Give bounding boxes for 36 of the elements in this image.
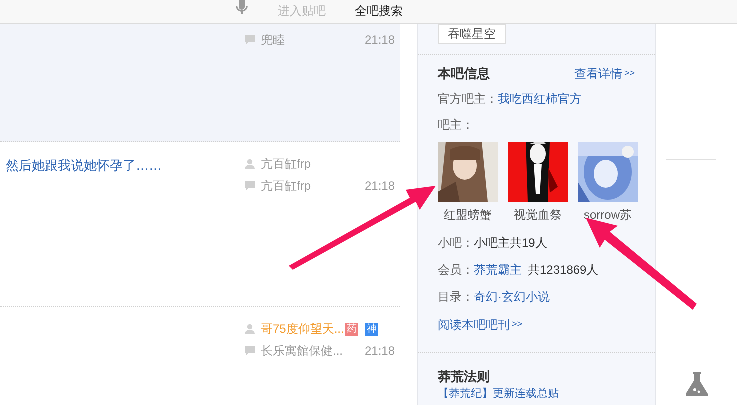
thread-title[interactable]: 然后她跟我说她怀孕了…… <box>6 156 162 176</box>
reply-time: 21:18 <box>364 178 395 195</box>
owner-name[interactable]: 视觉血祭 <box>514 206 562 224</box>
reply-author[interactable]: 亢百缸frp <box>261 177 359 195</box>
search-button[interactable]: 全吧搜索 <box>355 3 403 19</box>
journal-link[interactable]: 阅读本吧吧刊 >> <box>438 316 523 334</box>
section-title: 莽荒法则 <box>438 368 491 386</box>
reply-time: 21:18 <box>364 343 395 360</box>
member-title-link[interactable]: 莽荒霸主 <box>474 260 522 278</box>
comment-icon <box>245 346 255 356</box>
category-link[interactable]: 奇幻·玄幻小说 <box>474 288 550 306</box>
owner-link[interactable]: 我吃西红柿官方 <box>498 90 582 108</box>
rule-link[interactable]: 【莽荒纪】更新连载总贴 <box>438 388 655 401</box>
comment-icon <box>245 181 255 191</box>
badge: 神 <box>365 322 378 336</box>
author-name[interactable]: 亢百缸frp <box>261 155 312 173</box>
owner-name[interactable]: 红盟螃蟹 <box>444 206 492 224</box>
comment-icon <box>245 35 255 45</box>
member-count: 共1231869人 <box>528 262 599 278</box>
field-label: 目录： <box>438 288 474 306</box>
assistants-count: 小吧主共19人 <box>474 234 548 252</box>
section-title: 本吧信息 <box>438 65 490 83</box>
reply-time: 21:18 <box>364 32 395 49</box>
owner-name[interactable]: sorrow苏 <box>584 206 632 224</box>
flask-icon[interactable] <box>686 372 708 396</box>
user-icon <box>245 324 255 334</box>
microphone-icon[interactable] <box>236 0 248 14</box>
badge: 药 <box>345 322 358 336</box>
reply-author[interactable]: 长乐寓館保健... <box>261 342 359 360</box>
field-label: 会员： <box>438 262 474 278</box>
field-label: 小吧： <box>438 234 474 252</box>
field-label: 吧主： <box>438 116 474 134</box>
field-label: 官方吧主： <box>438 90 498 108</box>
details-link[interactable]: 查看详情 >> <box>574 64 635 83</box>
tag-link[interactable]: 吞噬星空 <box>438 24 506 44</box>
user-icon <box>245 159 255 169</box>
